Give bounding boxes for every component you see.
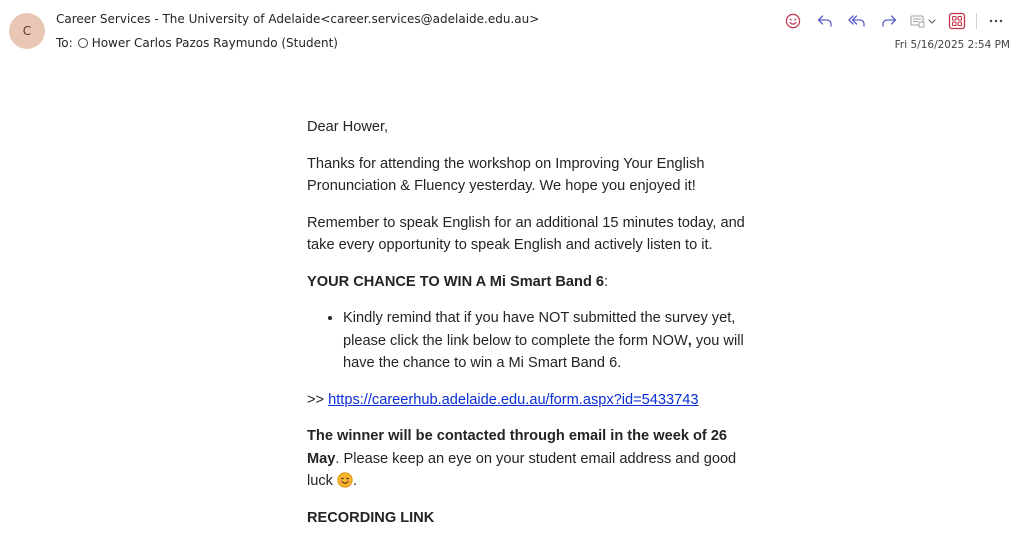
sender-avatar[interactable]: C bbox=[9, 13, 45, 49]
message-toolbar bbox=[777, 10, 1012, 32]
chance-heading-line: YOUR CHANCE TO WIN A Mi Smart Band 6: bbox=[307, 271, 747, 294]
sent-date: Fri 5/16/2025 2:54 PM bbox=[894, 39, 1010, 51]
reaction-button[interactable] bbox=[777, 10, 809, 32]
to-label: To: bbox=[56, 36, 73, 50]
presence-status-icon bbox=[77, 38, 88, 48]
emoji-smile-icon bbox=[785, 13, 801, 29]
message-header: C Career Services - The University of Ad… bbox=[0, 0, 1022, 60]
forward-button[interactable] bbox=[873, 10, 905, 32]
bullet-text-1: Kindly remind that if you have NOT submi… bbox=[343, 310, 736, 349]
loop-app-icon bbox=[948, 12, 966, 30]
forward-icon bbox=[882, 15, 897, 27]
loop-app-button[interactable] bbox=[941, 10, 973, 32]
reply-icon bbox=[817, 15, 832, 27]
paragraph-winner: The winner will be contacted through ema… bbox=[307, 425, 747, 493]
paragraph-thanks: Thanks for attending the workshop on Imp… bbox=[307, 155, 705, 195]
sender-line[interactable]: Career Services - The University of Adel… bbox=[56, 12, 539, 26]
apps-dropdown-icon bbox=[910, 15, 936, 28]
reply-all-button[interactable] bbox=[841, 10, 873, 32]
link-line: >> https://careerhub.adelaide.edu.au/for… bbox=[307, 389, 747, 412]
survey-list: Kindly remind that if you have NOT submi… bbox=[307, 307, 747, 375]
reply-all-icon bbox=[848, 15, 865, 27]
chance-heading: YOUR CHANCE TO WIN A Mi Smart Band 6 bbox=[307, 273, 605, 290]
toolbar-divider bbox=[976, 13, 977, 29]
survey-link[interactable]: https://careerhub.adelaide.edu.au/form.a… bbox=[328, 392, 698, 408]
winner-text: . Please keep an eye on your student ema… bbox=[307, 450, 737, 490]
winner-end: . bbox=[353, 473, 358, 489]
chance-colon: : bbox=[604, 273, 609, 290]
message-body: Dear Hower, Thanks for attending the wor… bbox=[307, 116, 747, 543]
recording-link-heading: RECORDING LINK bbox=[307, 509, 435, 526]
paragraph-reminder: Remember to speak English for an additio… bbox=[307, 214, 745, 254]
list-item: Kindly remind that if you have NOT submi… bbox=[343, 307, 747, 375]
more-options-icon bbox=[989, 19, 1003, 23]
recipient-name[interactable]: Hower Carlos Pazos Raymundo (Student) bbox=[92, 36, 338, 50]
recipient-line: To: Hower Carlos Pazos Raymundo (Student… bbox=[56, 36, 338, 50]
more-options-button[interactable] bbox=[980, 10, 1012, 32]
greeting: Dear Hower, bbox=[307, 119, 389, 135]
link-prefix: >> bbox=[307, 391, 329, 408]
reply-button[interactable] bbox=[809, 10, 841, 32]
smiling-face-icon bbox=[337, 472, 353, 488]
apps-dropdown-button[interactable] bbox=[905, 10, 941, 32]
